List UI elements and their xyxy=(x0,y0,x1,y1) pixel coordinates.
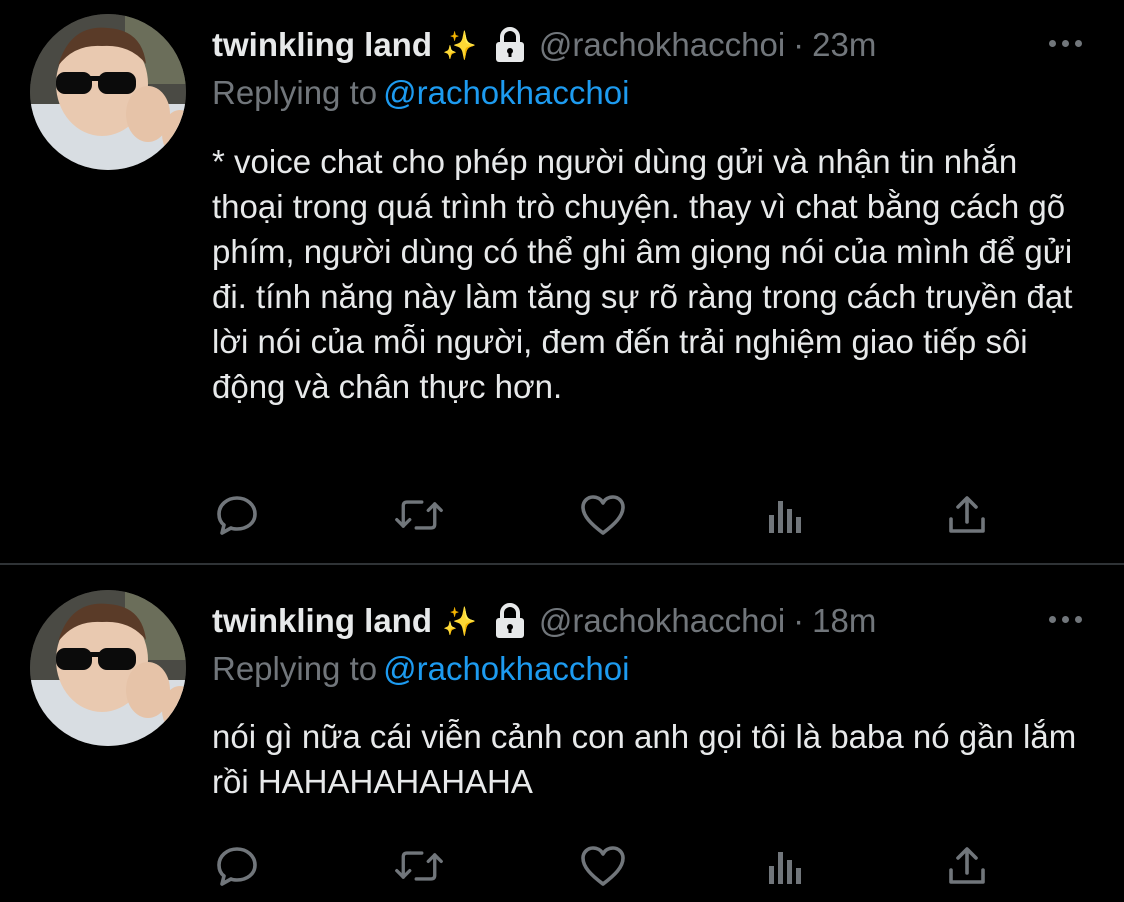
like-icon[interactable] xyxy=(578,841,628,891)
display-name[interactable]: twinkling land xyxy=(212,26,432,64)
tweet-actions xyxy=(212,841,1002,891)
lock-icon xyxy=(493,603,527,639)
replying-to: Replying to @rachokhacchoi xyxy=(212,650,629,688)
tweet-text: * voice chat cho phép người dùng gửi và … xyxy=(212,143,1073,405)
timestamp[interactable]: 23m xyxy=(812,26,876,64)
more-horizontal-icon[interactable] xyxy=(1049,616,1082,623)
replying-to-handle[interactable]: @rachokhacchoi xyxy=(383,74,629,111)
more-horizontal-icon[interactable] xyxy=(1049,40,1082,47)
replying-prefix: Replying to xyxy=(212,74,378,111)
replying-to: Replying to @rachokhacchoi xyxy=(212,74,629,112)
lock-icon xyxy=(493,27,527,63)
tweet-text: nói gì nữa cái viễn cảnh con anh gọi tôi… xyxy=(212,718,1077,800)
separator-dot: · xyxy=(793,26,805,63)
share-icon[interactable] xyxy=(942,490,992,540)
share-icon[interactable] xyxy=(942,841,992,891)
replying-prefix: Replying to xyxy=(212,650,378,687)
tweet-actions xyxy=(212,490,1002,540)
tweet-divider xyxy=(0,563,1124,565)
handle[interactable]: @rachokhacchoi xyxy=(539,26,785,64)
separator-dot: · xyxy=(793,602,805,639)
replying-to-handle[interactable]: @rachokhacchoi xyxy=(383,650,629,687)
like-icon[interactable] xyxy=(578,490,628,540)
avatar[interactable] xyxy=(30,590,186,746)
retweet-icon[interactable] xyxy=(394,841,444,891)
analytics-icon[interactable] xyxy=(760,841,810,891)
reply-icon[interactable] xyxy=(212,841,262,891)
sparkles-emoji: ✨ xyxy=(442,29,477,61)
analytics-icon[interactable] xyxy=(760,490,810,540)
retweet-icon[interactable] xyxy=(394,490,444,540)
display-name[interactable]: twinkling land xyxy=(212,602,432,640)
sparkles-emoji: ✨ xyxy=(442,605,477,637)
tweet-header: twinkling land ✨ @rachokhacchoi · 18m xyxy=(212,596,876,646)
tweet-header: twinkling land ✨ @rachokhacchoi · 23m xyxy=(212,20,876,70)
reply-icon[interactable] xyxy=(212,490,262,540)
avatar[interactable] xyxy=(30,14,186,170)
handle[interactable]: @rachokhacchoi xyxy=(539,602,785,640)
timestamp[interactable]: 18m xyxy=(812,602,876,640)
